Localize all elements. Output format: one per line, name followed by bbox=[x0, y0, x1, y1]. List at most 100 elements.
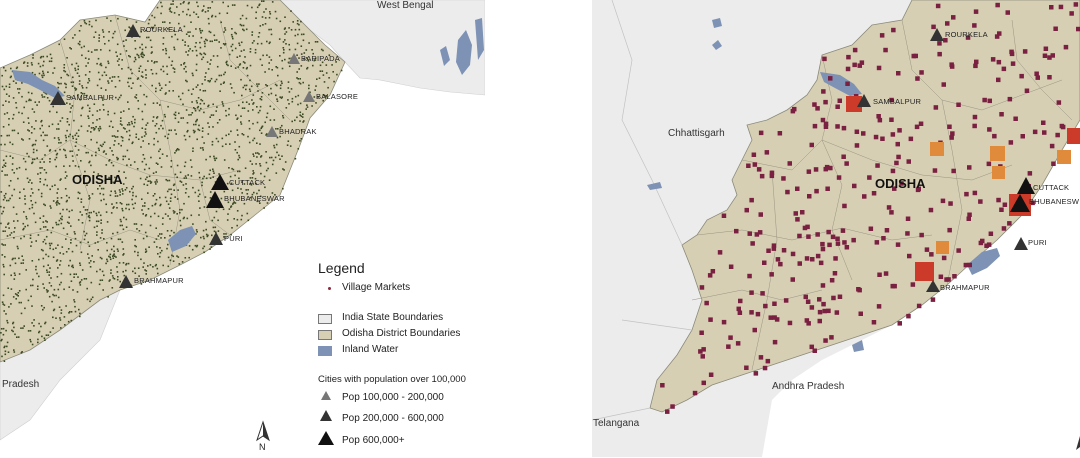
village-market-dot bbox=[140, 55, 143, 58]
village-market-dot bbox=[163, 113, 166, 116]
village-market-dot bbox=[225, 114, 228, 117]
market-square bbox=[817, 297, 822, 302]
village-market-dot bbox=[6, 199, 8, 202]
village-market-dot bbox=[66, 175, 68, 177]
village-market-dot bbox=[252, 103, 254, 105]
village-market-dot bbox=[158, 255, 161, 258]
village-market-dot bbox=[162, 49, 164, 51]
village-market-dot bbox=[41, 167, 43, 169]
village-market-dot bbox=[64, 134, 67, 137]
village-market-dot bbox=[64, 171, 67, 173]
village-market-dot bbox=[30, 99, 32, 102]
village-market-dot bbox=[96, 84, 99, 87]
village-market-dot bbox=[264, 121, 266, 124]
market-square bbox=[896, 71, 901, 76]
village-market-dot bbox=[231, 189, 234, 192]
village-market-dot bbox=[62, 208, 64, 211]
village-market-dot bbox=[97, 127, 100, 130]
village-market-dot bbox=[9, 234, 11, 236]
village-market-dot bbox=[54, 184, 56, 186]
village-market-dot bbox=[249, 79, 251, 82]
village-market-dot bbox=[260, 42, 263, 45]
village-market-dot bbox=[80, 125, 83, 128]
village-market-dot bbox=[23, 62, 25, 64]
village-market-dot bbox=[71, 155, 74, 157]
village-market-dot bbox=[83, 20, 86, 22]
pop-small-triangle bbox=[321, 391, 331, 400]
village-market-dot bbox=[23, 227, 25, 230]
village-market-dot bbox=[233, 4, 236, 6]
village-market-dot bbox=[128, 55, 130, 57]
village-market-dot bbox=[230, 65, 232, 67]
village-market-dot bbox=[201, 130, 204, 132]
market-square bbox=[1056, 100, 1062, 105]
village-market-dot bbox=[294, 48, 297, 51]
village-market-dot bbox=[3, 194, 6, 197]
village-market-dot bbox=[87, 151, 89, 154]
village-market-dot bbox=[242, 24, 245, 27]
village-market-dot bbox=[232, 37, 234, 40]
village-market-dot bbox=[145, 124, 148, 126]
village-market-dot bbox=[211, 15, 213, 18]
village-market-dot bbox=[111, 150, 113, 152]
village-market-dot bbox=[125, 177, 127, 179]
village-market-dot bbox=[109, 147, 111, 149]
village-market-dot bbox=[209, 40, 212, 43]
village-market-dot bbox=[144, 251, 147, 253]
market-square bbox=[906, 159, 911, 164]
village-market-dot bbox=[91, 154, 93, 157]
village-market-dot bbox=[288, 65, 291, 68]
village-market-dot bbox=[242, 86, 245, 89]
village-market-dot bbox=[117, 238, 120, 241]
village-market-dot bbox=[290, 10, 292, 12]
village-market-dot bbox=[308, 87, 310, 90]
market-square bbox=[813, 167, 819, 172]
village-market-dot bbox=[142, 213, 144, 215]
village-market-dot bbox=[63, 288, 65, 291]
village-market-dot bbox=[49, 149, 52, 151]
village-market-dot bbox=[129, 190, 131, 193]
village-market-dot bbox=[114, 192, 117, 194]
village-market-dot bbox=[164, 213, 167, 215]
village-market-dot bbox=[262, 0, 265, 3]
market-square bbox=[924, 247, 930, 252]
village-market-dot bbox=[114, 86, 117, 88]
village-market-dot bbox=[10, 67, 12, 70]
village-market-dot bbox=[144, 103, 146, 106]
market-square bbox=[821, 301, 826, 307]
village-market-dot bbox=[87, 117, 90, 119]
village-market-dot bbox=[225, 143, 227, 145]
market-square bbox=[873, 134, 879, 140]
village-market-dot bbox=[78, 192, 81, 195]
village-market-dot bbox=[130, 87, 133, 89]
village-market-dot bbox=[270, 87, 272, 90]
village-market-dot bbox=[134, 121, 136, 124]
village-market-dot bbox=[153, 241, 156, 243]
village-market-dot bbox=[184, 41, 186, 43]
village-market-dot bbox=[300, 20, 302, 23]
village-market-dot bbox=[20, 237, 22, 240]
village-market-dot bbox=[125, 226, 128, 228]
village-market-dot bbox=[120, 111, 122, 113]
village-market-dot bbox=[170, 11, 173, 13]
village-market-dot bbox=[298, 23, 300, 26]
village-market-dot bbox=[21, 255, 23, 257]
village-market-dot bbox=[4, 69, 7, 72]
village-market-dot bbox=[154, 264, 157, 267]
village-market-dot bbox=[95, 151, 97, 154]
village-market-dot bbox=[58, 43, 60, 46]
village-market-dot bbox=[36, 157, 38, 159]
village-market-dot bbox=[240, 115, 242, 117]
village-market-dot bbox=[273, 108, 275, 110]
village-market-dot bbox=[18, 290, 21, 292]
market-square bbox=[1020, 134, 1025, 139]
village-market-dot bbox=[87, 253, 89, 255]
village-market-dot bbox=[133, 125, 135, 128]
village-market-dot bbox=[33, 158, 36, 161]
market-square bbox=[919, 232, 924, 238]
village-market-dot bbox=[49, 244, 51, 247]
brahmapur-label: BRAHMAPUR bbox=[940, 283, 990, 292]
market-square bbox=[752, 327, 757, 333]
village-market-dot bbox=[185, 183, 187, 185]
village-market-dot bbox=[43, 238, 46, 241]
